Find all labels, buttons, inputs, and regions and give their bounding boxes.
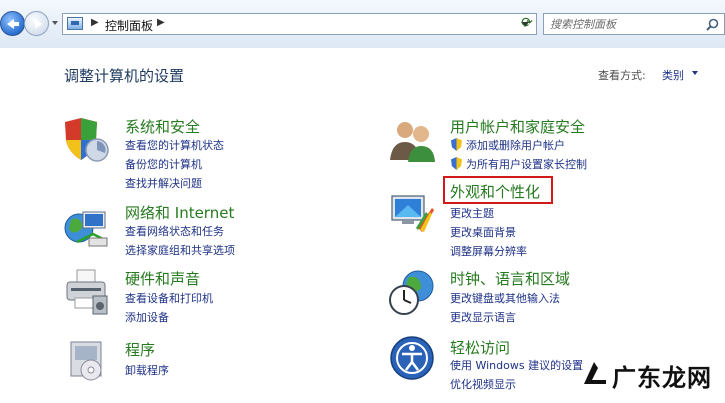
link-change-desktop-background[interactable]: 更改桌面背景 (450, 224, 516, 240)
uac-shield-icon (451, 138, 462, 151)
link-view-computer-status[interactable]: 查看您的计算机状态 (125, 137, 224, 153)
link-backup-computer[interactable]: 备份您的计算机 (125, 156, 202, 172)
link-change-keyboard-input[interactable]: 更改键盘或其他输入法 (450, 290, 560, 306)
search-input[interactable] (550, 16, 700, 32)
link-optimize-video-display[interactable]: 优化视频显示 (450, 376, 516, 392)
ease-of-access-icon[interactable] (388, 334, 436, 382)
category-title-hardware-sound[interactable]: 硬件和声音 (125, 268, 200, 289)
category-title-user-accounts[interactable]: 用户帐户和家庭安全 (450, 116, 585, 137)
control-panel-icon (67, 17, 83, 30)
view-by-chevron-icon[interactable] (692, 71, 698, 75)
uac-shield-icon (451, 157, 462, 170)
watermark-logo-icon (584, 362, 606, 384)
page-title: 调整计算机的设置 (64, 67, 185, 85)
link-use-recommended-settings[interactable]: 使用 Windows 建议的设置 (450, 357, 583, 373)
forward-arrow-icon (35, 19, 42, 29)
category-title-programs[interactable]: 程序 (125, 339, 155, 360)
link-change-theme[interactable]: 更改主题 (450, 205, 494, 221)
back-arrow-icon (7, 19, 19, 29)
link-troubleshoot[interactable]: 查找并解决问题 (125, 175, 202, 191)
category-title-network-internet[interactable]: 网络和 Internet (125, 202, 234, 223)
network-globe-icon[interactable] (63, 204, 111, 252)
link-uninstall-program[interactable]: 卸载程序 (125, 362, 169, 378)
forward-button[interactable] (24, 11, 49, 36)
refresh-icon[interactable]: ⟳ (519, 15, 535, 31)
appearance-monitor-icon[interactable] (388, 188, 436, 236)
category-title-ease-of-access[interactable]: 轻松访问 (450, 337, 510, 358)
clock-globe-icon[interactable] (388, 268, 436, 316)
link-add-device[interactable]: 添加设备 (125, 309, 169, 325)
address-bar[interactable]: ▶ 控制面板 ▶ (62, 13, 537, 35)
search-icon[interactable] (706, 18, 719, 31)
link-view-network-status[interactable]: 查看网络状态和任务 (125, 223, 224, 239)
breadcrumb-separator-icon[interactable]: ▶ (157, 17, 165, 28)
highlight-box (443, 176, 553, 204)
link-adjust-resolution[interactable]: 调整屏幕分辨率 (450, 243, 527, 259)
back-button[interactable] (0, 11, 25, 36)
link-devices-printers[interactable]: 查看设备和打印机 (125, 290, 213, 306)
navigation-bar: ▶ 控制面板 ▶ ⟳ (0, 0, 725, 48)
view-by-dropdown[interactable]: 类别 (662, 67, 684, 83)
link-add-remove-accounts[interactable]: 添加或删除用户帐户 (466, 137, 565, 153)
breadcrumb-control-panel[interactable]: 控制面板 (105, 17, 153, 34)
watermark-text: 广东龙网 (612, 363, 712, 392)
shield-icon[interactable] (63, 116, 111, 164)
view-by-label: 查看方式: (598, 69, 646, 82)
users-icon[interactable] (388, 116, 436, 164)
search-box[interactable] (543, 13, 725, 35)
recent-pages-chevron-icon[interactable] (52, 21, 58, 25)
category-title-system-security[interactable]: 系统和安全 (125, 116, 200, 137)
category-title-clock-language-region[interactable]: 时钟、语言和区域 (450, 268, 570, 289)
programs-box-icon[interactable] (63, 336, 111, 384)
breadcrumb-separator-icon[interactable]: ▶ (91, 17, 99, 28)
link-change-display-language[interactable]: 更改显示语言 (450, 309, 516, 325)
link-parental-controls[interactable]: 为所有用户设置家长控制 (466, 156, 587, 172)
printer-icon[interactable] (63, 268, 111, 316)
link-homegroup-sharing[interactable]: 选择家庭组和共享选项 (125, 242, 235, 258)
